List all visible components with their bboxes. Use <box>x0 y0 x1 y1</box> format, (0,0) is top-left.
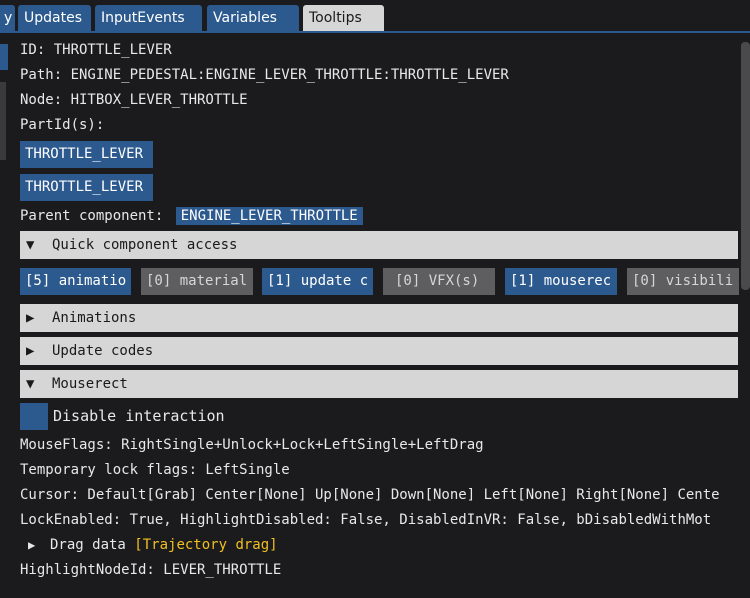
disable-interaction-checkbox[interactable] <box>20 403 48 430</box>
tab-bar-underline <box>0 31 750 33</box>
left-panel-scrollbar[interactable] <box>0 82 6 160</box>
drag-data-label: Drag data <box>50 537 126 553</box>
partid-chip[interactable]: THROTTLE_LEVER <box>20 141 153 168</box>
chevron-right-icon: ▶ <box>28 538 36 552</box>
quick-animations-button[interactable]: [5] animatio <box>20 268 131 295</box>
tab-variables[interactable]: Variables <box>207 5 299 31</box>
quick-vfx-button[interactable]: [0] VFX(s) <box>383 268 495 295</box>
tab-partial[interactable]: y <box>0 5 15 31</box>
parent-component-row: Parent component: ENGINE_LEVER_THROTTLE <box>20 206 363 226</box>
chevron-down-icon: ▼ <box>26 237 35 253</box>
partids-label: PartId(s): <box>20 117 105 133</box>
quick-materials-button[interactable]: [0] material <box>141 268 253 295</box>
tab-inputevents[interactable]: InputEvents <box>95 5 202 31</box>
quick-mouserect-button[interactable]: [1] mouserec <box>505 268 617 295</box>
chevron-right-icon: ▶ <box>26 343 35 359</box>
section-mouserect[interactable]: ▼ Mouserect <box>20 370 738 398</box>
drag-data-row[interactable]: ▶ Drag data [Trajectory drag] <box>28 535 278 555</box>
chevron-right-icon: ▶ <box>26 310 35 326</box>
section-update-codes[interactable]: ▶ Update codes <box>20 337 738 365</box>
disable-interaction-label: Disable interaction <box>53 407 225 425</box>
chevron-down-icon: ▼ <box>26 376 35 392</box>
section-label: Mouserect <box>52 376 128 392</box>
drag-data-value: [Trajectory drag] <box>134 537 278 553</box>
component-path: Path: ENGINE_PEDESTAL:ENGINE_LEVER_THROT… <box>20 67 509 83</box>
partid-chip[interactable]: THROTTLE_LEVER <box>20 174 153 201</box>
parent-component-link[interactable]: ENGINE_LEVER_THROTTLE <box>175 207 363 225</box>
mouse-flags: MouseFlags: RightSingle+Unlock+Lock+Left… <box>20 437 484 453</box>
section-animations[interactable]: ▶ Animations <box>20 304 738 332</box>
quick-update-codes-button[interactable]: [1] update c <box>262 268 373 295</box>
left-panel-selected-item[interactable] <box>0 44 8 70</box>
section-label: Quick component access <box>52 237 238 253</box>
temporary-lock-flags: Temporary lock flags: LeftSingle <box>20 462 290 478</box>
lock-enabled-info: LockEnabled: True, HighlightDisabled: Fa… <box>20 512 712 528</box>
quick-visibility-button[interactable]: [0] visibili <box>627 268 739 295</box>
component-id: ID: THROTTLE_LEVER <box>20 42 172 58</box>
scrollbar-thumb[interactable] <box>741 42 750 290</box>
cursor-info: Cursor: Default[Grab] Center[None] Up[No… <box>20 487 720 503</box>
section-label: Update codes <box>52 343 154 359</box>
highlight-node-id: HighlightNodeId: LEVER_THROTTLE <box>20 562 282 578</box>
component-node: Node: HITBOX_LEVER_THROTTLE <box>20 92 248 108</box>
parent-component-label: Parent component: <box>20 208 164 224</box>
section-quick-component-access[interactable]: ▼ Quick component access <box>20 231 738 259</box>
section-label: Animations <box>52 310 137 326</box>
tab-tooltips[interactable]: Tooltips <box>303 5 384 31</box>
tab-updates[interactable]: Updates <box>18 5 91 31</box>
